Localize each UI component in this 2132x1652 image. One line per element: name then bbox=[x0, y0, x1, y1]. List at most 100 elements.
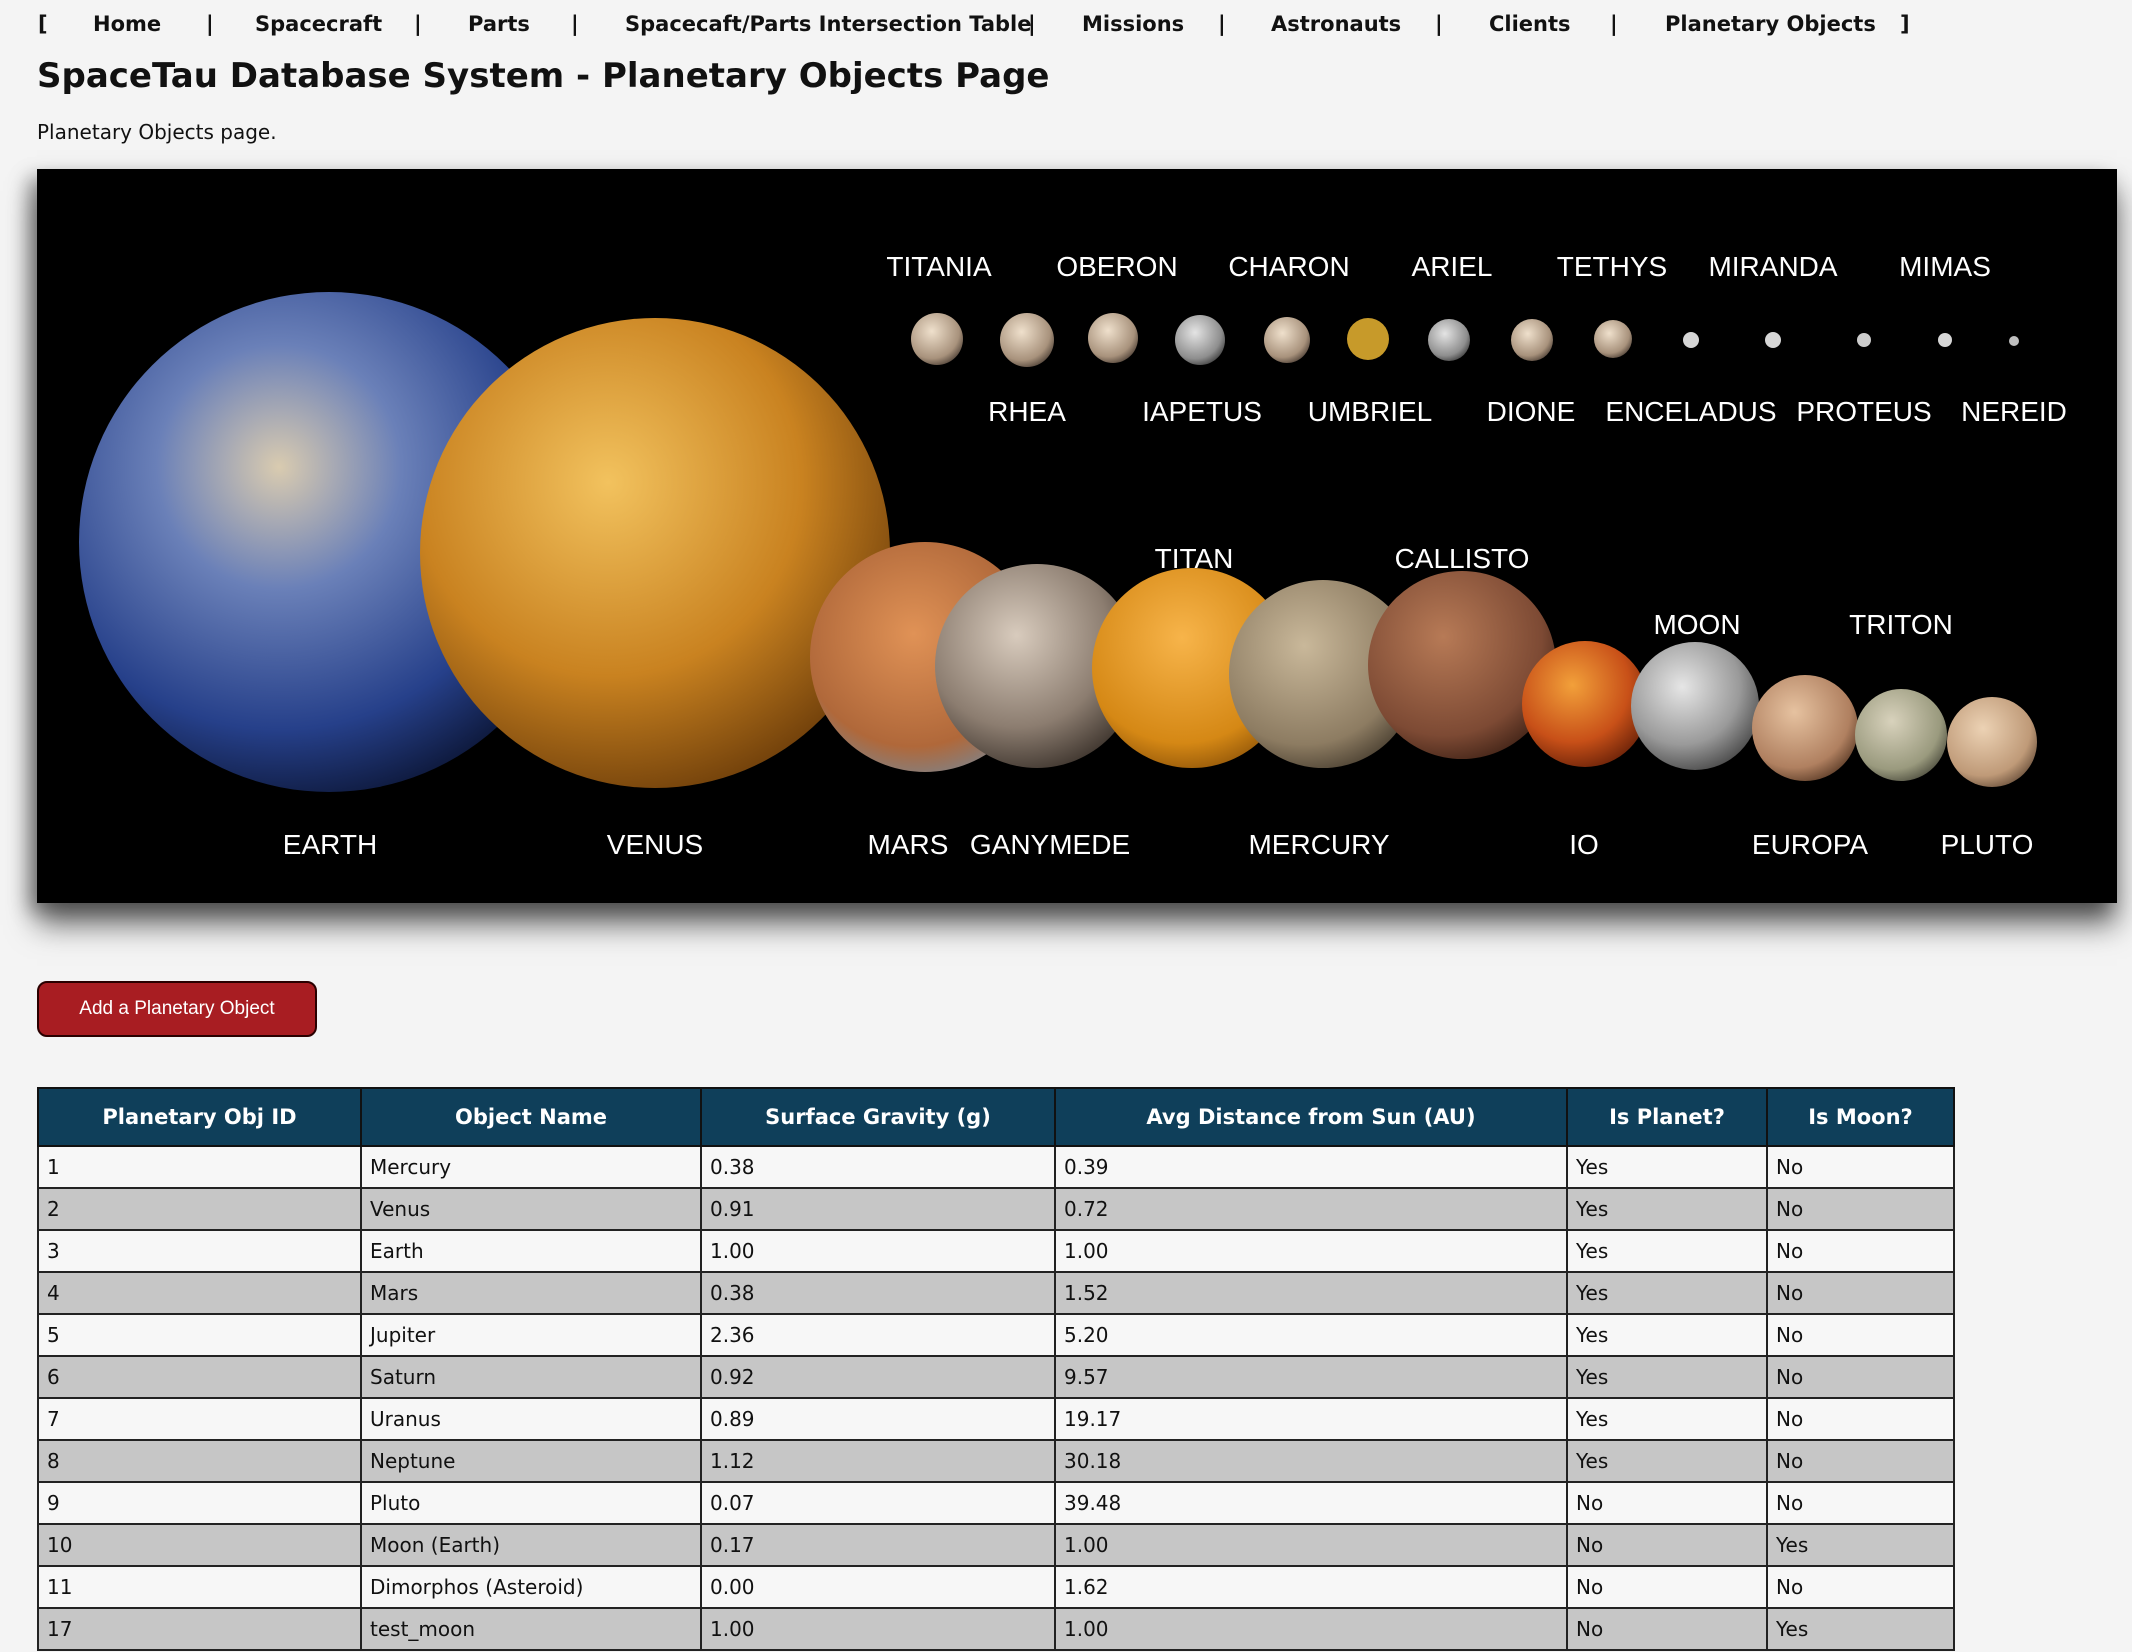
banner-label: PROTEUS bbox=[1796, 396, 1931, 427]
cell-is-planet: No bbox=[1566, 1523, 1768, 1567]
nav-planetary-objects-link[interactable]: Planetary Objects bbox=[1665, 12, 1876, 36]
cell-object-name: Mars bbox=[360, 1271, 702, 1315]
nav-home-link[interactable]: Home bbox=[93, 12, 161, 36]
nav-astronauts-link[interactable]: Astronauts bbox=[1271, 12, 1401, 36]
cell-surface-gravity: 0.92 bbox=[700, 1355, 1056, 1399]
column-header-id: Planetary Obj ID bbox=[37, 1087, 362, 1147]
table-row: 7 Uranus 0.89 19.17 Yes No bbox=[37, 1397, 1955, 1441]
nav-separator: | bbox=[1435, 12, 1443, 36]
cell-id: 6 bbox=[37, 1355, 362, 1399]
banner-label: MIRANDA bbox=[1708, 251, 1837, 282]
cell-avg-distance: 1.52 bbox=[1054, 1271, 1568, 1315]
cell-surface-gravity: 0.07 bbox=[700, 1481, 1056, 1525]
planetary-objects-banner: TITANIA OBERON CHARON ARIEL TETHYS MIRAN… bbox=[37, 169, 2117, 903]
banner-label: TRITON bbox=[1849, 609, 1953, 640]
cell-is-planet: Yes bbox=[1566, 1229, 1768, 1273]
ariel-moon-icon bbox=[1428, 319, 1470, 361]
cell-is-moon: Yes bbox=[1766, 1607, 1955, 1651]
cell-id: 1 bbox=[37, 1145, 362, 1189]
column-header-name: Object Name bbox=[360, 1087, 702, 1147]
cell-is-moon: No bbox=[1766, 1397, 1955, 1441]
table-row: 17 test_moon 1.00 1.00 No Yes bbox=[37, 1607, 1955, 1651]
mimas-moon-icon bbox=[1938, 333, 1952, 347]
table-row: 11 Dimorphos (Asteroid) 0.00 1.62 No No bbox=[37, 1565, 1955, 1609]
cell-id: 10 bbox=[37, 1523, 362, 1567]
cell-is-moon: No bbox=[1766, 1481, 1955, 1525]
banner-label: TITANIA bbox=[886, 251, 992, 282]
callisto-moon-icon bbox=[1368, 571, 1556, 759]
cell-is-moon: No bbox=[1766, 1187, 1955, 1231]
cell-is-moon: No bbox=[1766, 1355, 1955, 1399]
cell-is-moon: No bbox=[1766, 1313, 1955, 1357]
cell-object-name: Jupiter bbox=[360, 1313, 702, 1357]
umbriel-moon-icon bbox=[1347, 318, 1389, 360]
nereid-moon-icon bbox=[2009, 336, 2019, 346]
page-subtitle: Planetary Objects page. bbox=[37, 120, 277, 144]
cell-is-moon: No bbox=[1766, 1439, 1955, 1483]
nav-parts-link[interactable]: Parts bbox=[468, 12, 530, 36]
cell-is-moon: Yes bbox=[1766, 1523, 1955, 1567]
cell-surface-gravity: 0.38 bbox=[700, 1271, 1056, 1315]
cell-avg-distance: 0.72 bbox=[1054, 1187, 1568, 1231]
cell-surface-gravity: 1.00 bbox=[700, 1607, 1056, 1651]
cell-avg-distance: 1.62 bbox=[1054, 1565, 1568, 1609]
cell-avg-distance: 39.48 bbox=[1054, 1481, 1568, 1525]
nav-missions-link[interactable]: Missions bbox=[1082, 12, 1184, 36]
proteus-moon-icon bbox=[1857, 333, 1871, 347]
nav-intersection-table-link[interactable]: Spacecaft/Parts Intersection Table bbox=[625, 12, 1031, 36]
cell-avg-distance: 1.00 bbox=[1054, 1229, 1568, 1273]
column-header-distance: Avg Distance from Sun (AU) bbox=[1054, 1087, 1568, 1147]
enceladus-moon-icon bbox=[1683, 332, 1699, 348]
charon-moon-icon bbox=[1264, 317, 1310, 363]
iapetus-moon-icon bbox=[1175, 315, 1225, 365]
cell-object-name: Saturn bbox=[360, 1355, 702, 1399]
column-header-gravity: Surface Gravity (g) bbox=[700, 1087, 1056, 1147]
cell-surface-gravity: 0.89 bbox=[700, 1397, 1056, 1441]
table-row: 6 Saturn 0.92 9.57 Yes No bbox=[37, 1355, 1955, 1399]
titania-moon-icon bbox=[911, 313, 963, 365]
column-header-is-moon: Is Moon? bbox=[1766, 1087, 1955, 1147]
nav-spacecraft-link[interactable]: Spacecraft bbox=[255, 12, 382, 36]
cell-surface-gravity: 0.91 bbox=[700, 1187, 1056, 1231]
table-row: 10 Moon (Earth) 0.17 1.00 No Yes bbox=[37, 1523, 1955, 1567]
cell-object-name: Dimorphos (Asteroid) bbox=[360, 1565, 702, 1609]
cell-surface-gravity: 2.36 bbox=[700, 1313, 1056, 1357]
planets-illustration: TITANIA OBERON CHARON ARIEL TETHYS MIRAN… bbox=[79, 251, 2067, 860]
oberon-moon-icon bbox=[1088, 313, 1138, 363]
banner-label: OBERON bbox=[1056, 251, 1177, 282]
tethys-moon-icon bbox=[1594, 320, 1632, 358]
cell-object-name: Neptune bbox=[360, 1439, 702, 1483]
cell-surface-gravity: 0.00 bbox=[700, 1565, 1056, 1609]
table-row: 1 Mercury 0.38 0.39 Yes No bbox=[37, 1145, 1955, 1189]
cell-is-planet: Yes bbox=[1566, 1145, 1768, 1189]
banner-label: TITAN bbox=[1155, 543, 1234, 574]
table-row: 5 Jupiter 2.36 5.20 Yes No bbox=[37, 1313, 1955, 1357]
cell-is-moon: No bbox=[1766, 1145, 1955, 1189]
cell-id: 8 bbox=[37, 1439, 362, 1483]
cell-object-name: Mercury bbox=[360, 1145, 702, 1189]
banner-label: CHARON bbox=[1228, 251, 1349, 282]
cell-is-planet: Yes bbox=[1566, 1313, 1768, 1357]
cell-surface-gravity: 0.17 bbox=[700, 1523, 1056, 1567]
top-nav: [ Home | Spacecraft | Parts | Spacecaft/… bbox=[38, 8, 1928, 44]
cell-is-moon: No bbox=[1766, 1229, 1955, 1273]
cell-object-name: Pluto bbox=[360, 1481, 702, 1525]
cell-avg-distance: 0.39 bbox=[1054, 1145, 1568, 1189]
add-planetary-object-button[interactable]: Add a Planetary Object bbox=[37, 981, 317, 1037]
table-row: 2 Venus 0.91 0.72 Yes No bbox=[37, 1187, 1955, 1231]
io-moon-icon bbox=[1522, 641, 1648, 767]
banner-label: EUROPA bbox=[1752, 829, 1868, 860]
cell-object-name: Moon (Earth) bbox=[360, 1523, 702, 1567]
column-header-is-planet: Is Planet? bbox=[1566, 1087, 1768, 1147]
cell-surface-gravity: 1.00 bbox=[700, 1229, 1056, 1273]
banner-label: VENUS bbox=[607, 829, 703, 860]
cell-object-name: Uranus bbox=[360, 1397, 702, 1441]
cell-id: 4 bbox=[37, 1271, 362, 1315]
venus-planet-icon bbox=[420, 318, 890, 788]
nav-clients-link[interactable]: Clients bbox=[1489, 12, 1571, 36]
table-body: 1 Mercury 0.38 0.39 Yes No 2 Venus 0.91 0.72 Yes No… bbox=[37, 1145, 1955, 1651]
cell-is-planet: Yes bbox=[1566, 1397, 1768, 1441]
banner-label: IO bbox=[1569, 829, 1599, 860]
banner-label: MARS bbox=[868, 829, 949, 860]
table-row: 4 Mars 0.38 1.52 Yes No bbox=[37, 1271, 1955, 1315]
